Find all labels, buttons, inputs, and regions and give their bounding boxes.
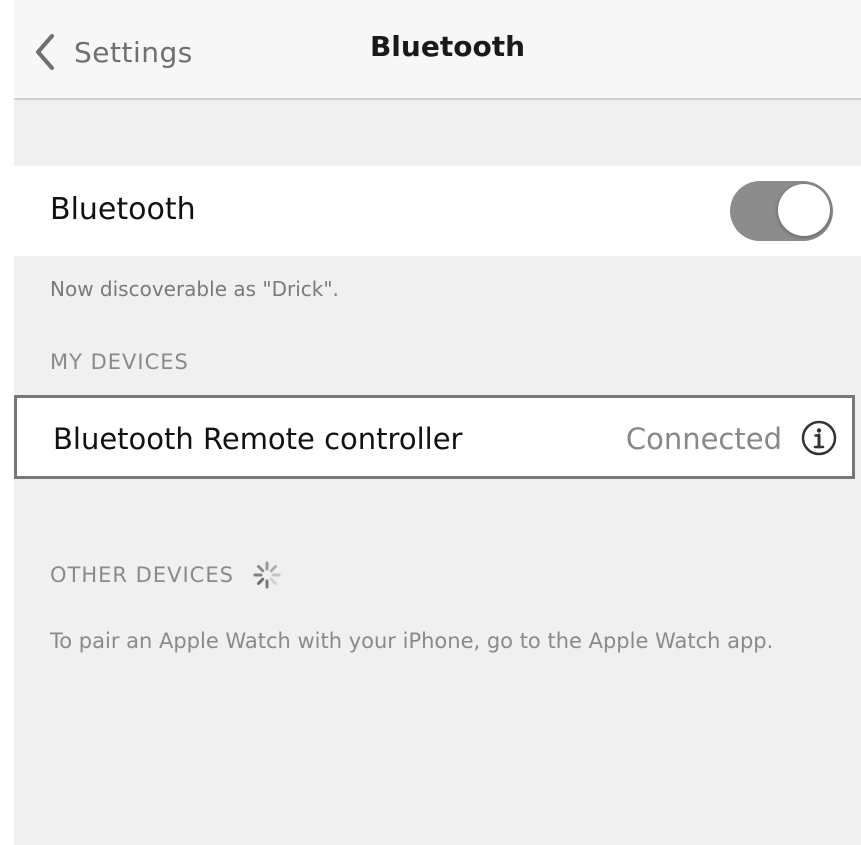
apple-watch-note: To pair an Apple Watch with your iPhone,… — [50, 629, 774, 653]
other-devices-header-row: OTHER DEVICES — [50, 560, 282, 590]
device-name: Bluetooth Remote controller — [53, 422, 463, 456]
bluetooth-settings-screen: Settings Bluetooth Bluetooth Now discove… — [14, 0, 861, 845]
device-row[interactable]: Bluetooth Remote controller Connected — [14, 395, 855, 479]
my-devices-header: MY DEVICES — [50, 350, 189, 374]
bluetooth-toggle-row: Bluetooth — [14, 166, 861, 256]
navigation-bar: Settings Bluetooth — [14, 0, 861, 100]
device-status: Connected — [625, 422, 782, 456]
other-devices-header: OTHER DEVICES — [50, 563, 234, 587]
spinner-icon — [252, 560, 282, 590]
bluetooth-toggle-label: Bluetooth — [50, 192, 196, 227]
discoverable-text: Now discoverable as "Drick". — [50, 277, 339, 301]
page-title: Bluetooth — [369, 30, 526, 63]
toggle-knob — [778, 184, 830, 236]
info-icon[interactable] — [800, 419, 838, 457]
bluetooth-toggle[interactable] — [730, 181, 833, 241]
